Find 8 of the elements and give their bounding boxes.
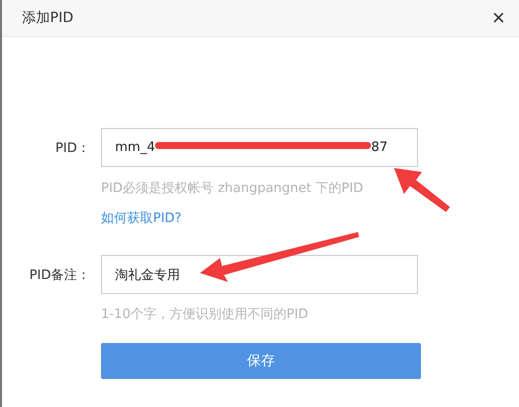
field-label: PID：: [54, 140, 90, 156]
close-button[interactable]: ×: [492, 7, 505, 29]
dialog-title: 添加PID: [22, 9, 74, 27]
field-label: PID备注：: [28, 266, 90, 284]
note-input-field[interactable]: 淘礼金专用: [101, 255, 418, 294]
field-hint: 1-10个字，方便识别使用不同的PID: [101, 306, 310, 323]
pid-input-field[interactable]: mm_4 87: [101, 128, 418, 167]
field-hint: PID必须是授权帐号 zhangpangnet 下的PID: [101, 180, 364, 197]
